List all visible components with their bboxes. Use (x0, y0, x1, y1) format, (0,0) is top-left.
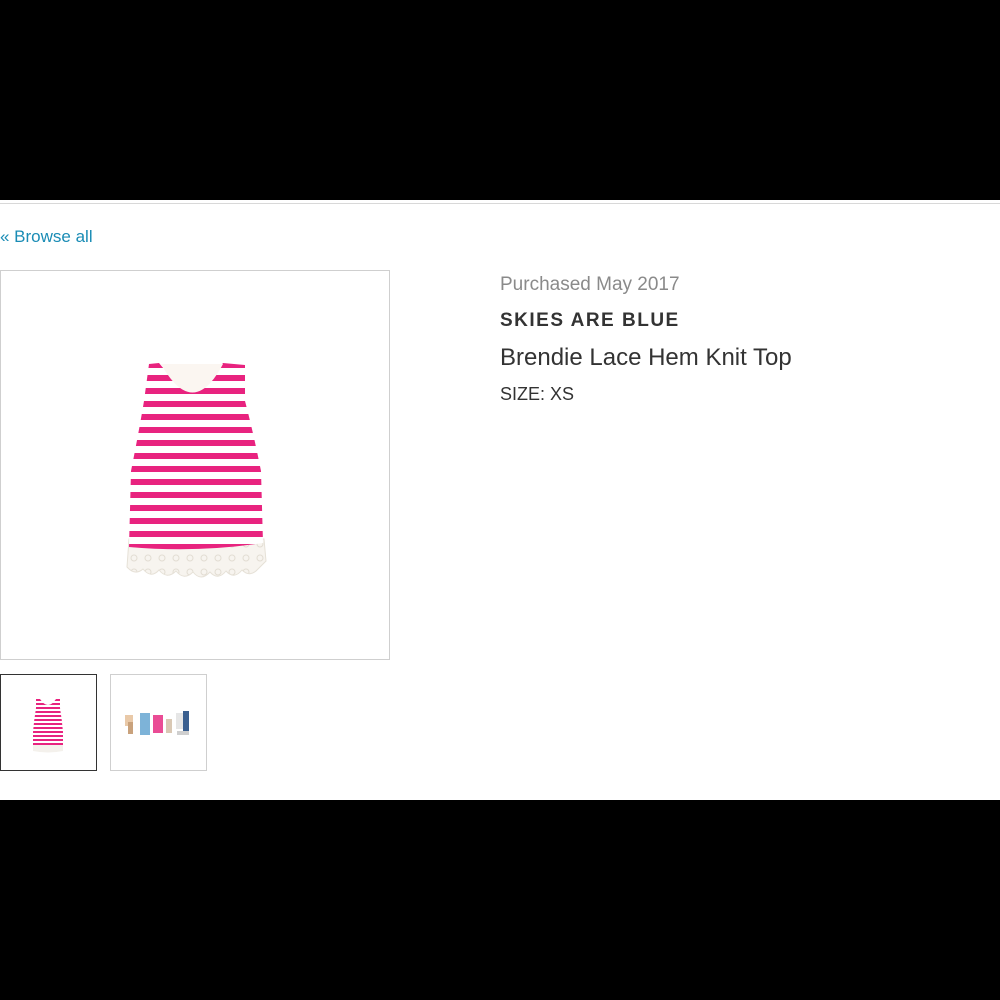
browse-all-link[interactable]: « Browse all (0, 227, 93, 247)
brand-name: SKIES ARE BLUE (500, 310, 680, 331)
divider (0, 203, 1000, 204)
tank-top-thumbnail-image (33, 699, 63, 753)
styled-outfit-thumbnail-image (125, 711, 189, 735)
product-details: Purchased May 2017 SKIES ARE BLUE Brendi… (500, 274, 792, 405)
main-product-image (0, 270, 390, 660)
letterbox-bottom (0, 800, 1000, 1000)
thumbnail-styled-outfit[interactable] (110, 674, 207, 771)
product-size: SIZE: XS (500, 384, 575, 404)
purchase-date: Purchased May 2017 (500, 274, 680, 295)
thumbnail-product-photo[interactable] (0, 674, 97, 771)
product-name: Brendie Lace Hem Knit Top (500, 344, 792, 371)
tank-top-image (126, 363, 267, 578)
letterbox-top (0, 0, 1000, 200)
product-detail-page: « Browse all Purchased May 2017 SKIES AR… (0, 200, 1000, 800)
